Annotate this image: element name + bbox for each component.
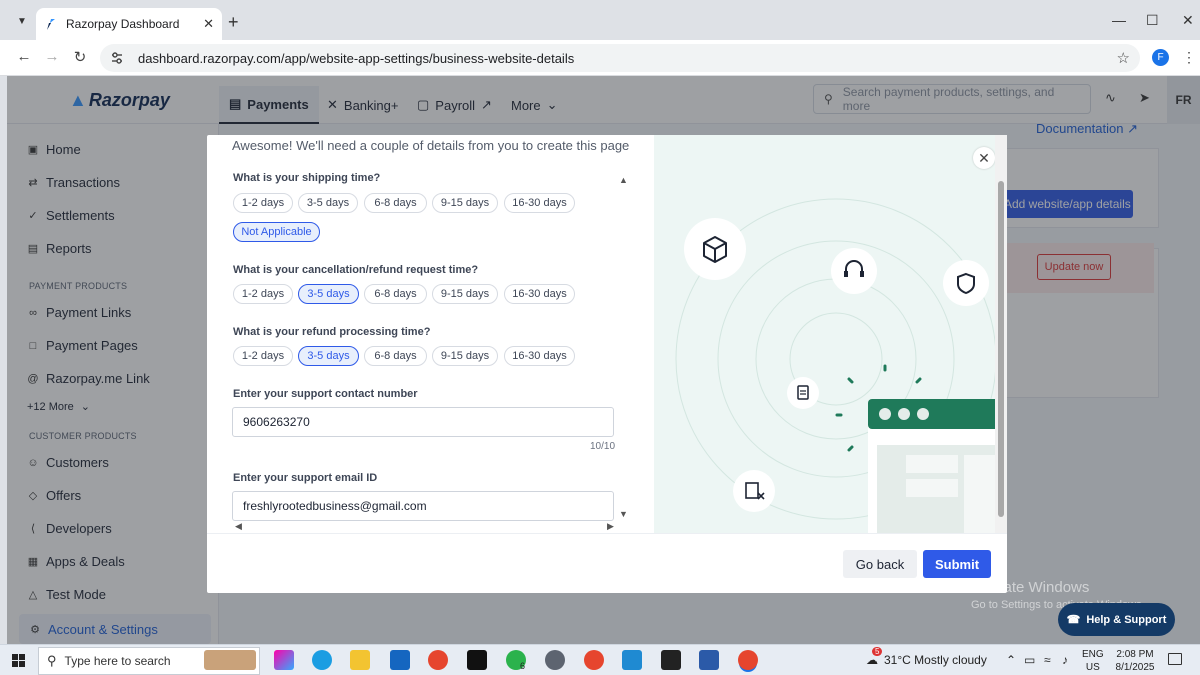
notification-center-icon[interactable]	[1168, 653, 1182, 665]
cancellation-option-16-30[interactable]: 16-30 days	[504, 284, 575, 304]
tab-search-button[interactable]: ▼	[12, 11, 32, 31]
whatsapp-badge: 6	[520, 661, 526, 671]
scrollbar-thumb[interactable]	[998, 181, 1004, 517]
language-indicator[interactable]: ENG US	[1082, 648, 1104, 674]
shipping-option-9-15[interactable]: 9-15 days	[432, 193, 498, 213]
modal-close-button[interactable]: ✕	[973, 147, 995, 169]
search-highlight-image	[204, 650, 256, 670]
scroll-left-icon[interactable]: ◀	[235, 521, 242, 532]
maximize-icon[interactable]: ☐	[1146, 12, 1159, 29]
new-tab-icon[interactable]: +	[228, 13, 239, 31]
address-bar[interactable]: dashboard.razorpay.com/app/website-app-s…	[100, 44, 1140, 72]
modal-scrollbar[interactable]	[995, 135, 1007, 533]
volume-icon[interactable]: ♪	[1062, 653, 1068, 667]
help-support-button[interactable]: ☎ Help & Support	[1058, 603, 1175, 636]
shipping-time-label: What is your shipping time?	[233, 172, 381, 184]
shipping-option-1-2[interactable]: 1-2 days	[233, 193, 293, 213]
scroll-right-icon[interactable]: ▶	[607, 521, 614, 532]
chrome-active-icon[interactable]	[738, 650, 758, 670]
reload-icon[interactable]: ↻	[70, 48, 90, 66]
edge-icon[interactable]	[312, 650, 332, 670]
headset-icon	[831, 248, 877, 294]
word-icon[interactable]	[699, 650, 719, 670]
refund-option-3-5[interactable]: 3-5 days	[298, 346, 359, 366]
browser-tabstrip: ▼ Razorpay Dashboard ✕ + — ☐ ✕	[0, 0, 1200, 40]
shipping-option-6-8[interactable]: 6-8 days	[364, 193, 427, 213]
support-contact-input[interactable]: 9606263270	[232, 407, 614, 437]
support-contact-label: Enter your support contact number	[233, 388, 418, 400]
go-back-button[interactable]: Go back	[843, 550, 917, 578]
terminal-app-icon[interactable]	[467, 650, 487, 670]
tray-chevron-icon[interactable]: ⌃	[1006, 653, 1016, 667]
refund-option-6-8[interactable]: 6-8 days	[364, 346, 427, 366]
package-icon	[684, 218, 746, 280]
refund-option-9-15[interactable]: 9-15 days	[432, 346, 498, 366]
battery-icon[interactable]: ▭	[1024, 653, 1035, 667]
search-icon: ⚲	[47, 653, 57, 668]
scroll-down-icon[interactable]: ▼	[619, 509, 628, 519]
back-icon[interactable]: ←	[14, 48, 34, 65]
file-explorer-icon[interactable]	[350, 650, 370, 670]
tab-close-icon[interactable]: ✕	[203, 16, 214, 32]
taskbar-clock[interactable]: 2:08 PM 8/1/2025	[1112, 648, 1158, 674]
business-details-modal: Awesome! We'll need a couple of details …	[207, 135, 1007, 593]
browser-toolbar: ← → ↻ dashboard.razorpay.com/app/website…	[0, 40, 1200, 76]
chrome-profile-icon[interactable]	[584, 650, 604, 670]
shipping-option-3-5[interactable]: 3-5 days	[298, 193, 358, 213]
forward-icon[interactable]: →	[42, 48, 62, 65]
illustration-graphic	[675, 198, 995, 533]
modal-form: Awesome! We'll need a couple of details …	[207, 135, 654, 533]
support-email-input[interactable]: freshlyrootedbusiness@gmail.com	[232, 491, 614, 521]
document-icon	[787, 377, 819, 409]
cancellation-option-3-5[interactable]: 3-5 days	[298, 284, 359, 304]
vscode-icon[interactable]	[622, 650, 642, 670]
receipt-icon	[733, 470, 775, 512]
cancellation-option-1-2[interactable]: 1-2 days	[233, 284, 293, 304]
refund-option-16-30[interactable]: 16-30 days	[504, 346, 575, 366]
contact-char-counter: 10/10	[590, 441, 616, 452]
windows-start-icon[interactable]	[12, 654, 25, 667]
headset-icon: ☎	[1066, 614, 1081, 626]
tab-title: Razorpay Dashboard	[66, 17, 180, 31]
shield-icon	[943, 260, 989, 306]
browser-menu-icon[interactable]: ⋮	[1182, 49, 1196, 66]
minimize-icon[interactable]: —	[1112, 12, 1126, 28]
refund-option-1-2[interactable]: 1-2 days	[233, 346, 293, 366]
cancellation-time-label: What is your cancellation/refund request…	[233, 264, 479, 276]
url-text: dashboard.razorpay.com/app/website-app-s…	[138, 50, 575, 66]
copilot-icon[interactable]	[274, 650, 294, 670]
submit-button[interactable]: Submit	[923, 550, 991, 578]
scroll-up-icon[interactable]: ▲	[619, 175, 628, 185]
support-email-label: Enter your support email ID	[233, 472, 378, 484]
modal-footer: Go back Submit	[207, 533, 1007, 593]
command-prompt-icon[interactable]	[661, 650, 681, 670]
windows-taskbar: ⚲ Type here to search 6 ☁ 5 31°C Mostly c…	[0, 644, 1200, 675]
refund-time-label: What is your refund processing time?	[233, 326, 431, 338]
bookmark-star-icon[interactable]: ☆	[1117, 49, 1130, 67]
outlook-icon[interactable]	[390, 650, 410, 670]
modal-intro-text: Awesome! We'll need a couple of details …	[232, 138, 630, 153]
browser-tab[interactable]: Razorpay Dashboard ✕	[36, 8, 222, 40]
razorpay-favicon-icon	[47, 19, 55, 30]
chrome-icon[interactable]	[428, 650, 448, 670]
modal-illustration	[654, 135, 995, 533]
site-settings-icon[interactable]	[110, 51, 124, 65]
profile-avatar[interactable]: F	[1152, 49, 1169, 66]
cancellation-option-6-8[interactable]: 6-8 days	[364, 284, 427, 304]
wifi-icon[interactable]: ≈	[1044, 653, 1051, 667]
window-close-icon[interactable]: ✕	[1182, 12, 1194, 29]
cancellation-option-9-15[interactable]: 9-15 days	[432, 284, 498, 304]
cloud-icon: ☁ 5	[866, 647, 883, 667]
browser-window-icon	[868, 399, 995, 533]
settings-gear-icon[interactable]	[545, 650, 565, 670]
shipping-option-not-applicable[interactable]: Not Applicable	[233, 222, 320, 242]
shipping-option-16-30[interactable]: 16-30 days	[504, 193, 575, 213]
weather-widget[interactable]: ☁ 5 31°C Mostly cloudy	[866, 647, 987, 667]
